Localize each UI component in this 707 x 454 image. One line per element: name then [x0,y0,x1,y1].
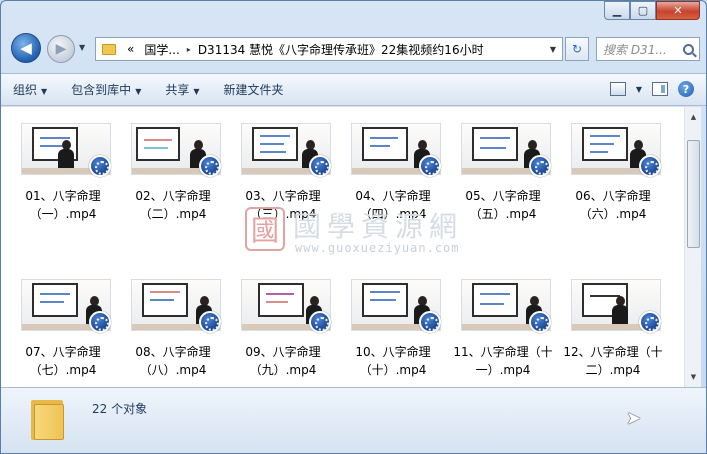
folder-icon [31,396,65,440]
minimize-button[interactable]: ▁ [604,1,630,20]
forward-button[interactable]: ▶ [47,35,75,63]
media-player-icon [419,155,441,177]
file-item[interactable]: 02、八字命理（二）.mp4 [123,107,223,221]
address-overflow[interactable]: « [122,42,139,56]
file-item[interactable]: 06、八字命理（六）.mp4 [563,107,663,221]
recent-pages-dropdown-icon[interactable]: ▼ [79,43,85,52]
media-player-icon [419,311,441,333]
share-label: 共享 [165,83,190,97]
breadcrumb-separator-icon[interactable]: ▸ [185,45,193,54]
file-item[interactable]: 09、八字命理（九）.mp4 [233,263,333,377]
media-player-icon [199,311,221,333]
back-button[interactable]: ◀ [11,33,41,63]
change-view-icon[interactable] [609,82,626,96]
file-name: 08、八字命理（八）.mp4 [135,345,211,377]
folder-icon [102,43,116,55]
file-name: 11、八字命理（十一）.mp4 [453,345,553,377]
address-dropdown-icon[interactable]: ▼ [544,45,562,54]
file-name: 06、八字命理（六）.mp4 [575,189,651,221]
search-icon[interactable] [683,43,694,55]
scroll-up-icon[interactable]: ▲ [686,109,701,125]
refresh-button[interactable]: ↻ [565,37,589,61]
file-name: 01、八字命理（一）.mp4 [25,189,101,221]
view-controls: ▼ ? [609,81,694,97]
caption-buttons: ▁ ▢ ✕ [604,1,700,21]
item-count: 22 个对象 [92,402,148,416]
details-pane: 22 个对象 [1,387,706,453]
mouse-cursor-icon: ➤ [626,408,642,429]
new-folder-button[interactable]: 新建文件夹 [212,81,296,98]
breadcrumb-item-guoxue[interactable]: 国学... [139,41,184,58]
include-in-library-button[interactable]: 包含到库中 ▼ [59,81,153,98]
chevron-down-icon: ▼ [135,87,142,96]
chevron-down-icon: ▼ [193,87,200,96]
file-item[interactable]: 07、八字命理（七）.mp4 [13,263,113,377]
file-item[interactable]: 05、八字命理（五）.mp4 [453,107,553,221]
breadcrumb-item-current-folder[interactable]: D31134 慧悦《八字命理传承班》22集视频约16小时 [193,41,489,58]
watermark-url: www.guoxueziyuan.com [295,241,460,255]
title-bar: ▁ ▢ ✕ [1,1,706,29]
media-player-icon [89,155,111,177]
share-button[interactable]: 共享 ▼ [153,81,211,98]
file-item[interactable]: 03、八字命理（三）.mp4 [233,107,333,221]
file-item[interactable]: 08、八字命理（八）.mp4 [123,263,223,377]
search-box[interactable]: 搜索 D31... [596,37,700,61]
file-name: 12、八字命理（十二）.mp4 [563,345,663,377]
help-icon[interactable]: ? [678,81,694,97]
preview-pane-icon[interactable] [652,82,668,96]
organize-button[interactable]: 组织 ▼ [1,81,59,98]
media-player-icon [529,155,551,177]
file-name: 02、八字命理（二）.mp4 [135,189,211,221]
vertical-scrollbar[interactable]: ▲ ▼ [684,107,701,387]
file-name: 07、八字命理（七）.mp4 [25,345,101,377]
file-item[interactable]: 12、八字命理（十二）.mp4 [563,263,663,377]
organize-label: 组织 [13,83,38,97]
close-button[interactable]: ✕ [656,1,700,20]
media-player-icon [309,155,331,177]
explorer-window: ▁ ▢ ✕ ◀ ▶ ▼ « 国学... ▸ D31134 慧悦《八字命理传承班》… [0,0,707,454]
media-player-icon [199,155,221,177]
chevron-down-icon: ▼ [41,87,48,96]
media-player-icon [639,311,661,333]
command-bar: 组织 ▼ 包含到库中 ▼ 共享 ▼ 新建文件夹 ▼ ? [1,73,706,106]
scrollbar-thumb[interactable] [687,140,700,248]
maximize-button[interactable]: ▢ [630,1,656,20]
file-name: 10、八字命理（十）.mp4 [355,345,431,377]
media-player-icon [89,311,111,333]
media-player-icon [529,311,551,333]
file-name: 04、八字命理（四）.mp4 [355,189,431,221]
include-in-library-label: 包含到库中 [71,83,132,97]
file-list-view[interactable]: 01、八字命理（一）.mp4 02、八字命理（二）.mp4 03、八字命理（三）… [1,107,684,387]
address-bar[interactable]: « 国学... ▸ D31134 慧悦《八字命理传承班》22集视频约16小时 ▼ [95,37,563,61]
file-item[interactable]: 01、八字命理（一）.mp4 [13,107,113,221]
file-name: 09、八字命理（九）.mp4 [245,345,321,377]
file-item[interactable]: 04、八字命理（四）.mp4 [343,107,443,221]
search-input[interactable]: 搜索 D31... [603,41,667,58]
scroll-down-icon[interactable]: ▼ [686,369,701,385]
file-name: 05、八字命理（五）.mp4 [465,189,541,221]
media-player-icon [309,311,331,333]
file-name: 03、八字命理（三）.mp4 [245,189,321,221]
navigation-bar: ◀ ▶ ▼ « 国学... ▸ D31134 慧悦《八字命理传承班》22集视频约… [1,31,706,67]
file-item[interactable]: 10、八字命理（十）.mp4 [343,263,443,377]
media-player-icon [639,155,661,177]
view-options-dropdown-icon[interactable]: ▼ [636,85,642,94]
file-item[interactable]: 11、八字命理（十一）.mp4 [453,263,553,377]
